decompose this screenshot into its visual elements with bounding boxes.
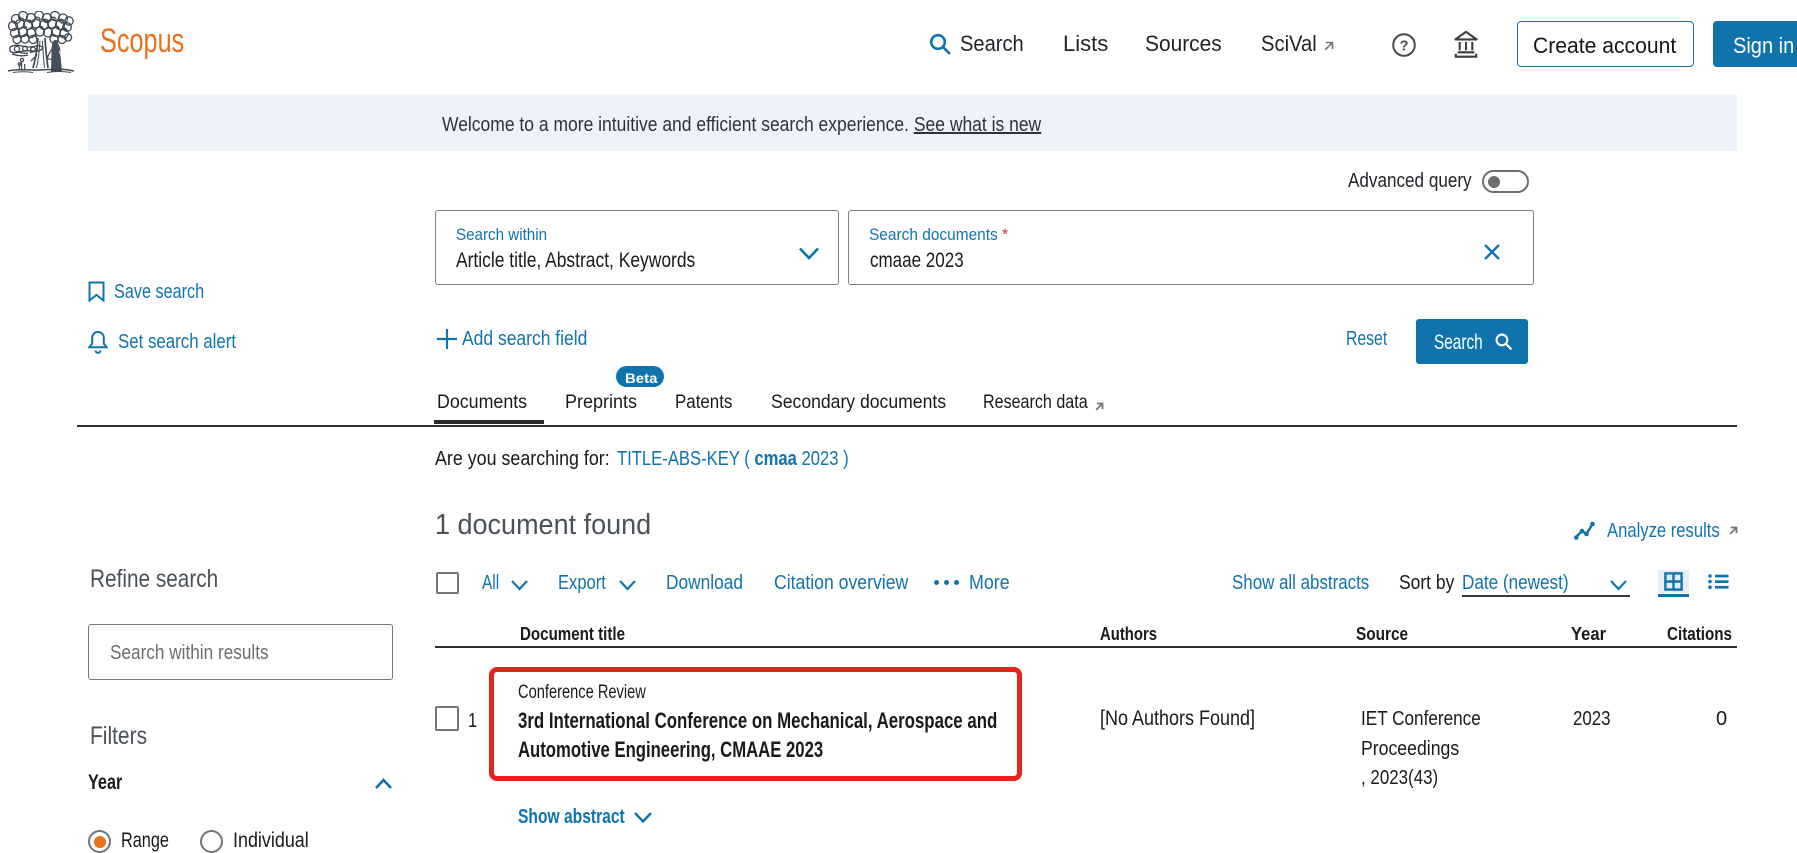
svg-text:?: ? <box>1400 39 1409 55</box>
